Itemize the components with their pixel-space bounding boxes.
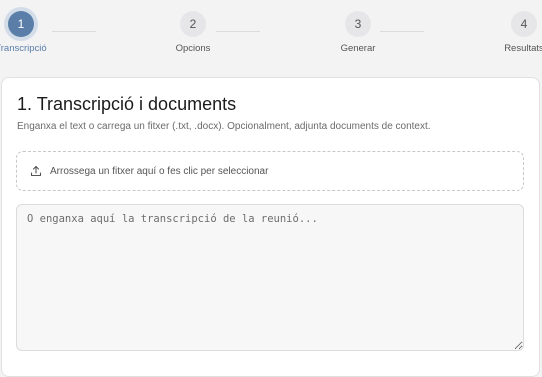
transcript-textarea[interactable] [16,204,524,351]
step-number: 1 [8,11,34,37]
step-transcripcio[interactable]: 1 Transcripció [0,11,66,54]
step-label: Resultats [504,43,542,54]
upload-icon [30,165,42,177]
step-number: 2 [180,11,206,37]
step-label: Opcions [175,43,211,54]
dropzone-text: Arrossega un fitxer aquí o fes clic per … [50,165,269,177]
step-resultats[interactable]: 4 Resultats [479,11,542,54]
step-number: 4 [511,11,537,37]
step-label: Generar [340,43,376,54]
step-label: Transcripció [0,43,47,54]
file-dropzone[interactable]: Arrossega un fitxer aquí o fes clic per … [16,151,524,191]
stepper: 1 Transcripció 2 Opcions 3 Generar 4 Res… [0,0,542,70]
step-number: 3 [345,11,371,37]
card-description: Enganxa el text o carrega un fitxer (.tx… [17,121,431,132]
card-title: 1. Transcripció i documents [17,94,237,114]
step-opcions[interactable]: 2 Opcions [148,11,238,54]
step-generar[interactable]: 3 Generar [313,11,403,54]
transcription-card: 1. Transcripció i documents Enganxa el t… [1,77,540,377]
